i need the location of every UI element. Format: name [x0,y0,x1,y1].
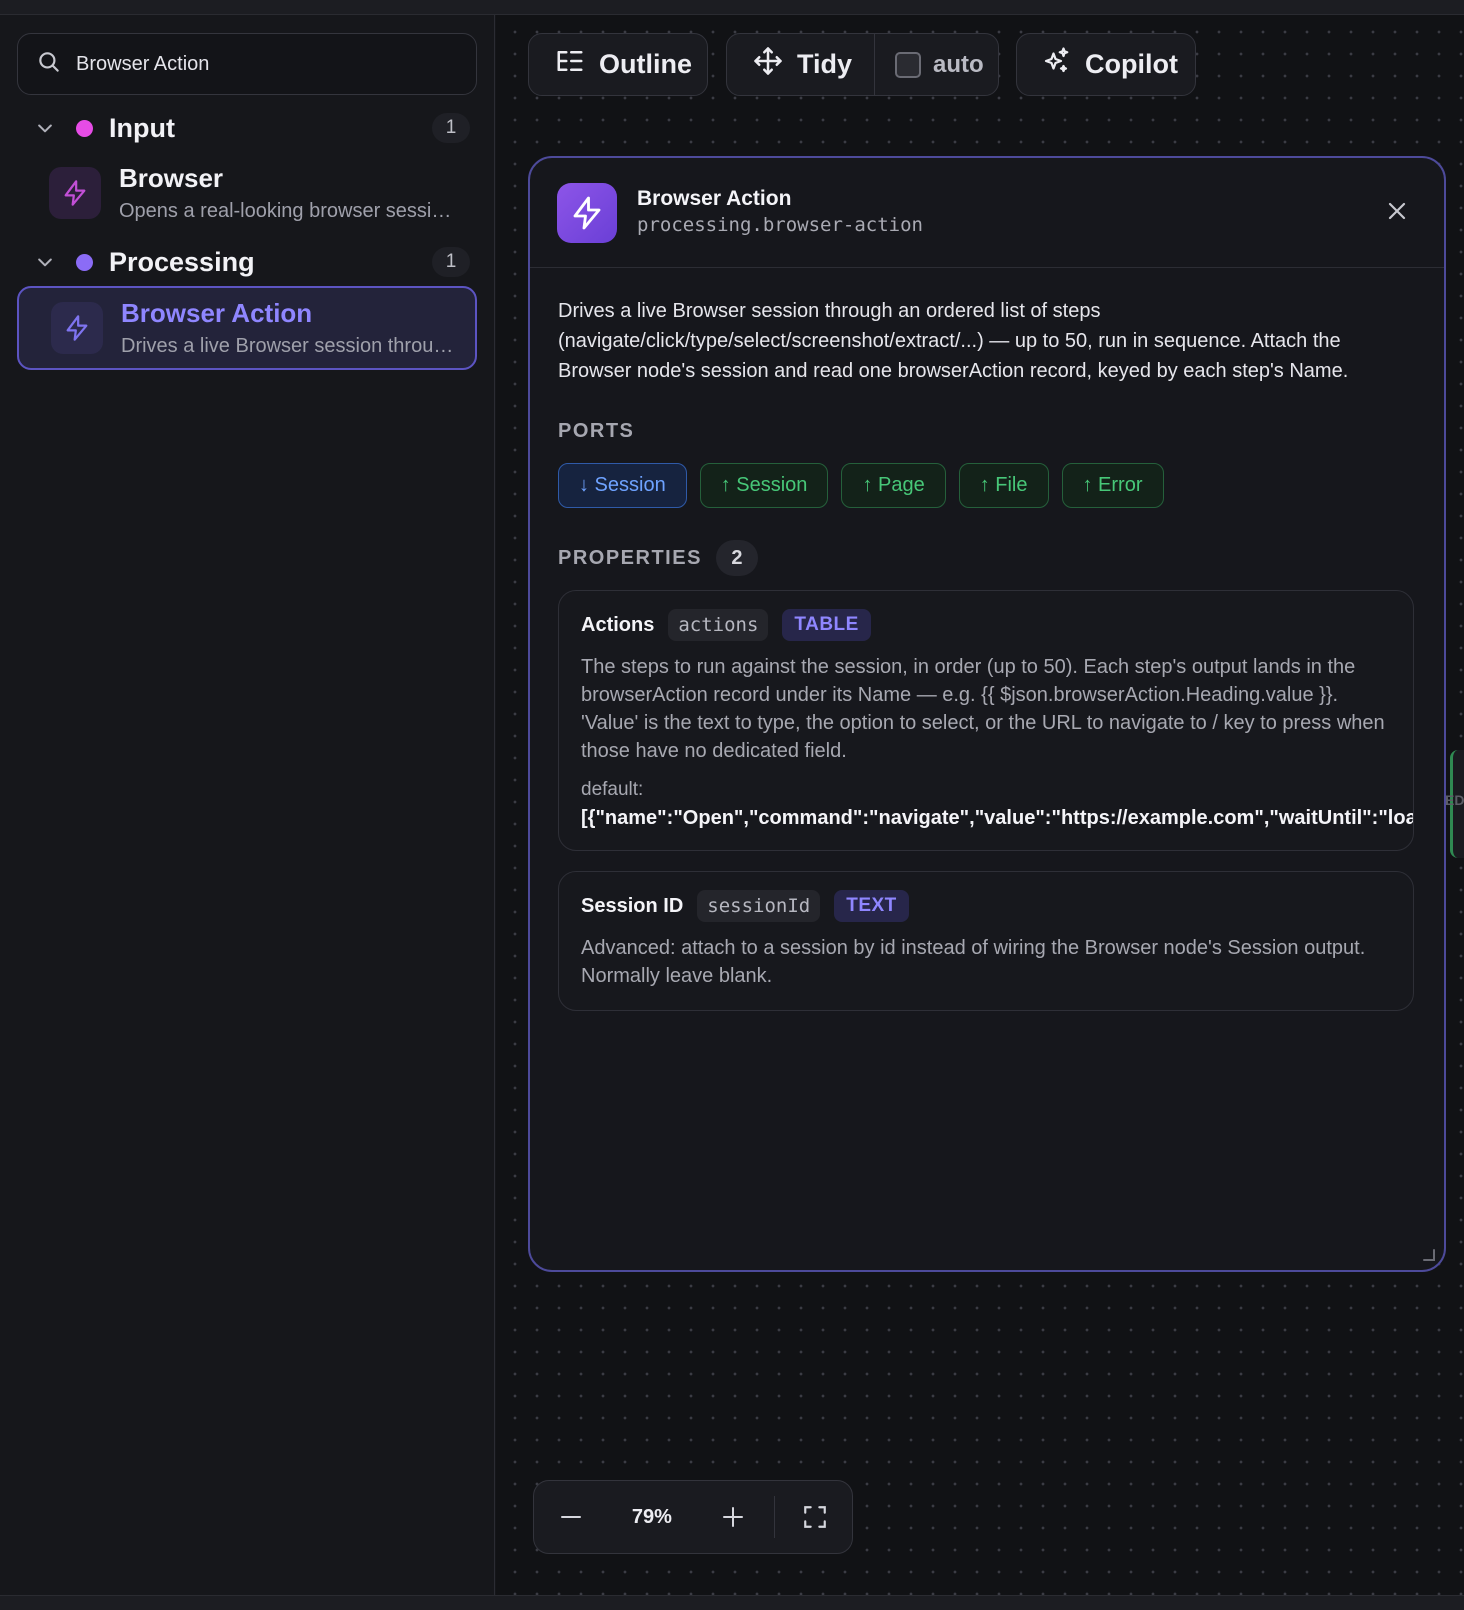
lightning-icon [557,183,617,243]
sidebar-item-title: Browser [119,163,224,193]
divider [874,34,876,95]
chevron-down-icon[interactable] [30,247,60,277]
group-header-processing[interactable]: Processing 1 [30,240,470,284]
sidebar-item-browser-action[interactable]: Browser Action Drives a live Browser ses… [17,286,477,370]
fit-view-button[interactable] [779,1480,852,1554]
port-output-page[interactable]: ↑ Page [841,463,946,508]
ports-list: ↓ Session ↑ Session ↑ Page ↑ File ↑ Erro… [558,463,1416,508]
divider [773,1496,775,1538]
copilot-label: Copilot [1085,49,1178,79]
auto-tidy-checkbox[interactable] [895,51,922,78]
property-card-actions: Actions actions TABLE The steps to run a… [558,590,1414,851]
sparkles-icon [1041,46,1071,83]
group-title: Input [109,112,175,143]
copilot-button[interactable]: Copilot [1016,33,1196,96]
sidebar-item-title: Browser Action [121,298,313,328]
zoom-level: 79% [631,1505,672,1528]
close-icon[interactable] [1382,196,1412,226]
property-default-value: [{"name":"Open","command":"navigate","va… [581,807,1414,829]
bottom-bar [0,1595,1464,1610]
port-output-error[interactable]: ↑ Error [1061,463,1164,508]
search-input[interactable] [76,52,456,76]
node-library-sidebar: Input 1 Browser Opens a real-looking bro… [0,15,495,1595]
lightning-icon [49,167,101,219]
auto-tidy-label: auto [933,50,984,78]
outline-button[interactable]: Outline [528,33,708,96]
zoom-out-button[interactable] [534,1480,607,1554]
sidebar-item-description: Drives a live Browser session through an… [121,335,461,357]
properties-count-badge: 2 [715,540,758,576]
property-key: actions [668,609,769,641]
property-description: Advanced: attach to a session by id inst… [581,937,1366,987]
property-card-session-id: Session ID sessionId TEXT Advanced: atta… [558,871,1414,1011]
property-default-label: default: [581,779,644,800]
chevron-down-icon[interactable] [30,113,60,143]
property-name: Actions [581,613,655,636]
lightning-icon [51,302,103,354]
node-detail-panel: Browser Action processing.browser-action… [528,156,1446,1272]
port-output-session[interactable]: ↑ Session [699,463,829,508]
move-icon [753,46,783,83]
group-color-dot [76,119,93,137]
port-input-session[interactable]: ↓ Session [558,463,687,508]
ports-heading: PORTS [558,420,635,442]
group-count-badge: 1 [432,247,470,277]
tidy-button[interactable]: Tidy [797,49,852,80]
properties-heading: PROPERTIES [558,546,702,569]
panel-header: Browser Action processing.browser-action [530,158,1444,268]
sidebar-item-browser[interactable]: Browser Opens a real-looking browser ses… [17,151,477,235]
properties-header: PROPERTIES 2 [558,540,1416,576]
outline-icon [555,46,585,83]
tidy-group: Tidy auto [726,33,999,96]
panel-node-type: processing.browser-action [637,214,923,236]
group-count-badge: 1 [432,113,470,143]
outline-label: Outline [599,49,692,79]
group-color-dot [76,253,93,271]
node-description: Drives a live Browser session through an… [558,300,1349,382]
panel-title: Browser Action [637,187,792,210]
property-name: Session ID [581,894,684,917]
resize-handle-icon[interactable] [1420,1246,1436,1262]
property-type-badge: TEXT [834,890,909,922]
zoom-in-button[interactable] [696,1480,769,1554]
search-box[interactable] [17,33,477,95]
top-bar [0,0,1464,15]
zoom-controls: 79% [533,1480,853,1554]
property-key: sessionId [697,890,821,922]
property-type-badge: TABLE [782,609,871,641]
sidebar-item-description: Opens a real-looking browser session for… [119,200,459,222]
canvas-node-partial-label: ED [1445,792,1464,808]
property-description: The steps to run against the session, in… [581,656,1385,762]
group-title: Processing [109,246,255,277]
search-icon [36,49,62,80]
group-header-input[interactable]: Input 1 [30,106,470,150]
port-output-file[interactable]: ↑ File [958,463,1049,508]
